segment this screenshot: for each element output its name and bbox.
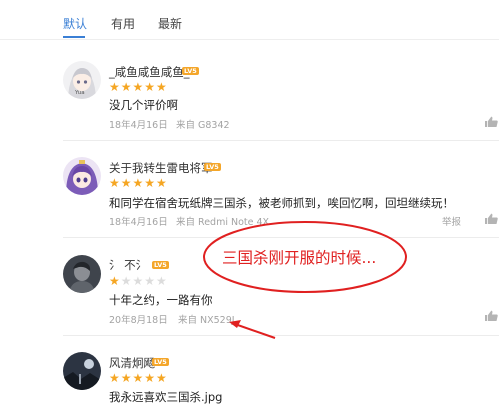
thumbs-up-icon[interactable] <box>485 116 499 128</box>
avatar-caption: Yua <box>75 90 85 96</box>
review-date: 18年4月16日 <box>109 120 168 131</box>
review-date: 20年8月18日 <box>109 315 168 326</box>
review-source: 来自 Redmi Note 4X <box>176 217 270 228</box>
username[interactable]: _咸鱼咸鱼咸鱼_ <box>109 64 190 80</box>
review-content: 我永远喜欢三国杀.jpg <box>109 390 223 404</box>
star-rating: ★★★★★ <box>109 275 168 287</box>
review-content: 十年之约，一路有你 <box>109 293 213 307</box>
review-divider <box>63 237 499 238</box>
thumbs-up-icon[interactable] <box>485 213 499 225</box>
username[interactable]: 关于我转生雷电将军 <box>109 160 213 176</box>
star-rating: ★★★★★ <box>109 372 168 384</box>
dark-photo-avatar-icon <box>63 255 101 293</box>
avatar[interactable] <box>63 157 101 195</box>
avatar[interactable] <box>63 255 101 293</box>
tab-default[interactable]: 默认 <box>63 15 87 32</box>
star-rating: ★★★★★ <box>109 177 168 189</box>
review-divider <box>63 140 499 141</box>
star-icon: ★★★★★ <box>109 80 168 94</box>
active-tab-indicator <box>63 36 85 38</box>
review-source: 来自 NX529J <box>178 315 235 326</box>
username[interactable]: 风清炯飏 <box>109 355 155 371</box>
annotation-text: 三国杀刚开服的时候... <box>222 249 377 267</box>
star-empty-icon: ★★★★ <box>120 274 168 288</box>
username[interactable]: 氵 不氵 <box>109 257 147 273</box>
anime-character-avatar-icon <box>63 157 101 195</box>
review-content: 和同学在宿舍玩纸牌三国杀，被老师抓到，唉回忆啊，回坦继续玩！ <box>109 196 454 210</box>
thumbs-up-icon[interactable] <box>485 310 499 322</box>
level-badge: LV5 <box>152 358 169 366</box>
star-icon: ★ <box>109 274 121 288</box>
star-icon: ★★★★★ <box>109 176 168 190</box>
level-badge: LV5 <box>182 67 199 75</box>
tab-useful[interactable]: 有用 <box>111 15 135 32</box>
review-source: 来自 G8342 <box>176 120 230 131</box>
level-badge: LV5 <box>152 261 169 269</box>
sort-tabs: 默认 有用 最新 <box>0 0 499 50</box>
avatar[interactable]: Yua <box>63 61 101 99</box>
avatar[interactable] <box>63 352 101 390</box>
report-link[interactable]: 举报 <box>442 214 461 228</box>
star-icon: ★★★★★ <box>109 371 168 385</box>
review-content: 没几个评价啊 <box>109 98 178 112</box>
tabs-divider <box>0 39 499 40</box>
tab-latest[interactable]: 最新 <box>158 15 182 32</box>
night-scene-avatar-icon <box>63 352 101 390</box>
review-divider <box>63 335 499 336</box>
level-badge: LV5 <box>204 163 221 171</box>
review-date: 18年4月16日 <box>109 217 168 228</box>
star-rating: ★★★★★ <box>109 81 168 93</box>
